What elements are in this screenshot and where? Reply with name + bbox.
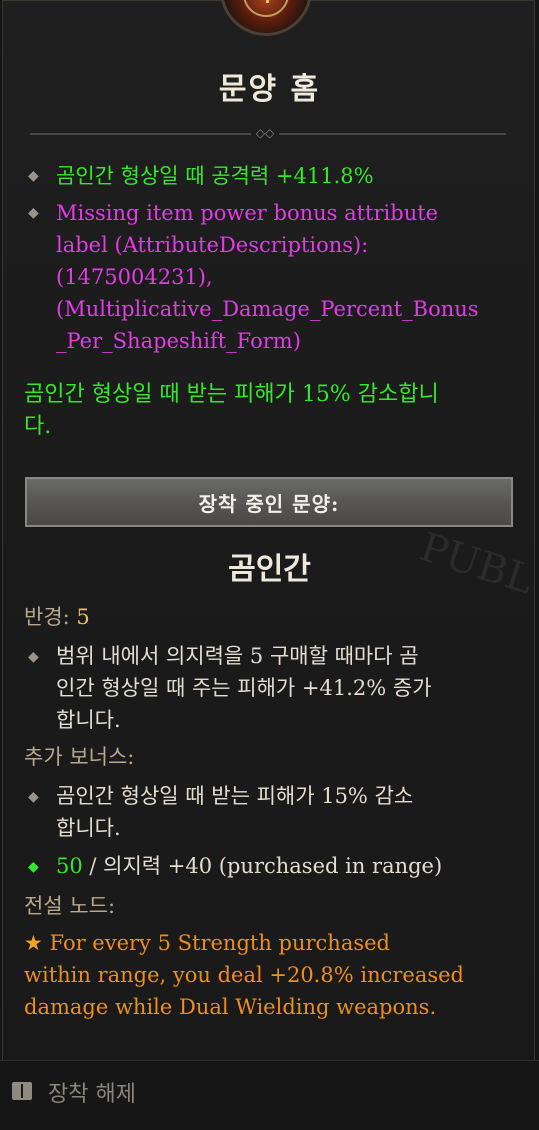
socketed-glyph-label: 장착 중인 문양: [198, 491, 340, 516]
affix-line: _Per_Shapeshift_Form) [56, 329, 301, 353]
legendary-node-text: ★ For every 5 Strength purchased within … [24, 927, 510, 1023]
bullet-icon: ◆ [28, 168, 39, 184]
bullet-icon: ◆ [28, 859, 39, 875]
glyph-name: 곰인간 [228, 552, 311, 587]
effect-line: 인간 형상일 때 주는 피해가 +41.2% 증가 [56, 676, 432, 700]
legendary-node-label: 전설 노드: [24, 894, 116, 918]
footer-divider [0, 1060, 539, 1061]
effect-line: 합니다. [56, 708, 121, 732]
implicit-effect-text: 곰인간 형상일 때 받는 피해가 15% 감소합니 다. [24, 379, 514, 443]
affix-line: Missing item power bonus attribute [56, 201, 439, 225]
divider-ornament-icon: ◇◇ [251, 127, 279, 139]
requirement-text: 50 / 의지력 +40 (purchased in range) [56, 850, 442, 882]
legendary-line: damage while Dual Wielding weapons. [24, 995, 437, 1019]
bonus-text: 곰인간 형상일 때 받는 피해가 15% 감소 합니다. [56, 780, 536, 844]
implicit-line: 다. [24, 414, 52, 439]
radius-label: 반경: [24, 605, 70, 629]
star-icon: ★ [24, 931, 43, 955]
socketed-glyph-header: 장착 중인 문양: [25, 477, 513, 527]
bullet-icon: ◆ [28, 205, 39, 221]
book-icon [12, 1082, 32, 1100]
requirement-rest: / 의지력 +40 (purchased in range) [82, 854, 443, 878]
radius-value: 5 [76, 605, 90, 629]
orb-needle [266, 0, 269, 3]
affix-line: label (AttributeDescriptions): [56, 233, 369, 257]
bullet-icon: ◆ [28, 649, 39, 665]
affix-line: (Multiplicative_Damage_Percent_Bonus [56, 297, 479, 321]
item-title: 문양 홈 [218, 72, 321, 107]
unequip-action[interactable]: 장착 해제 [48, 1076, 136, 1108]
requirement-current: 50 [56, 854, 83, 878]
bonus-line: 합니다. [56, 816, 121, 840]
glyph-effect-text: 범위 내에서 의지력을 5 구매할 때마다 곰 인간 형상일 때 주는 피해가 … [56, 640, 536, 736]
legendary-line: ★ For every 5 Strength purchased [24, 931, 390, 955]
effect-line: 범위 내에서 의지력을 5 구매할 때마다 곰 [56, 644, 419, 668]
bullet-icon: ◆ [28, 789, 39, 805]
affix-text-missing: Missing item power bonus attribute label… [56, 197, 526, 357]
radius-row: 반경: 5 [24, 601, 90, 631]
affix-line: (1475004231), [56, 265, 213, 289]
bonus-line: 곰인간 형상일 때 받는 피해가 15% 감소 [56, 784, 414, 808]
legendary-line: within range, you deal +20.8% increased [24, 963, 464, 987]
affix-text: 곰인간 형상일 때 공격력 +411.8% [56, 164, 374, 188]
implicit-line: 곰인간 형상일 때 받는 피해가 15% 감소합니 [24, 382, 439, 407]
additional-bonus-label: 추가 보너스: [24, 745, 135, 769]
